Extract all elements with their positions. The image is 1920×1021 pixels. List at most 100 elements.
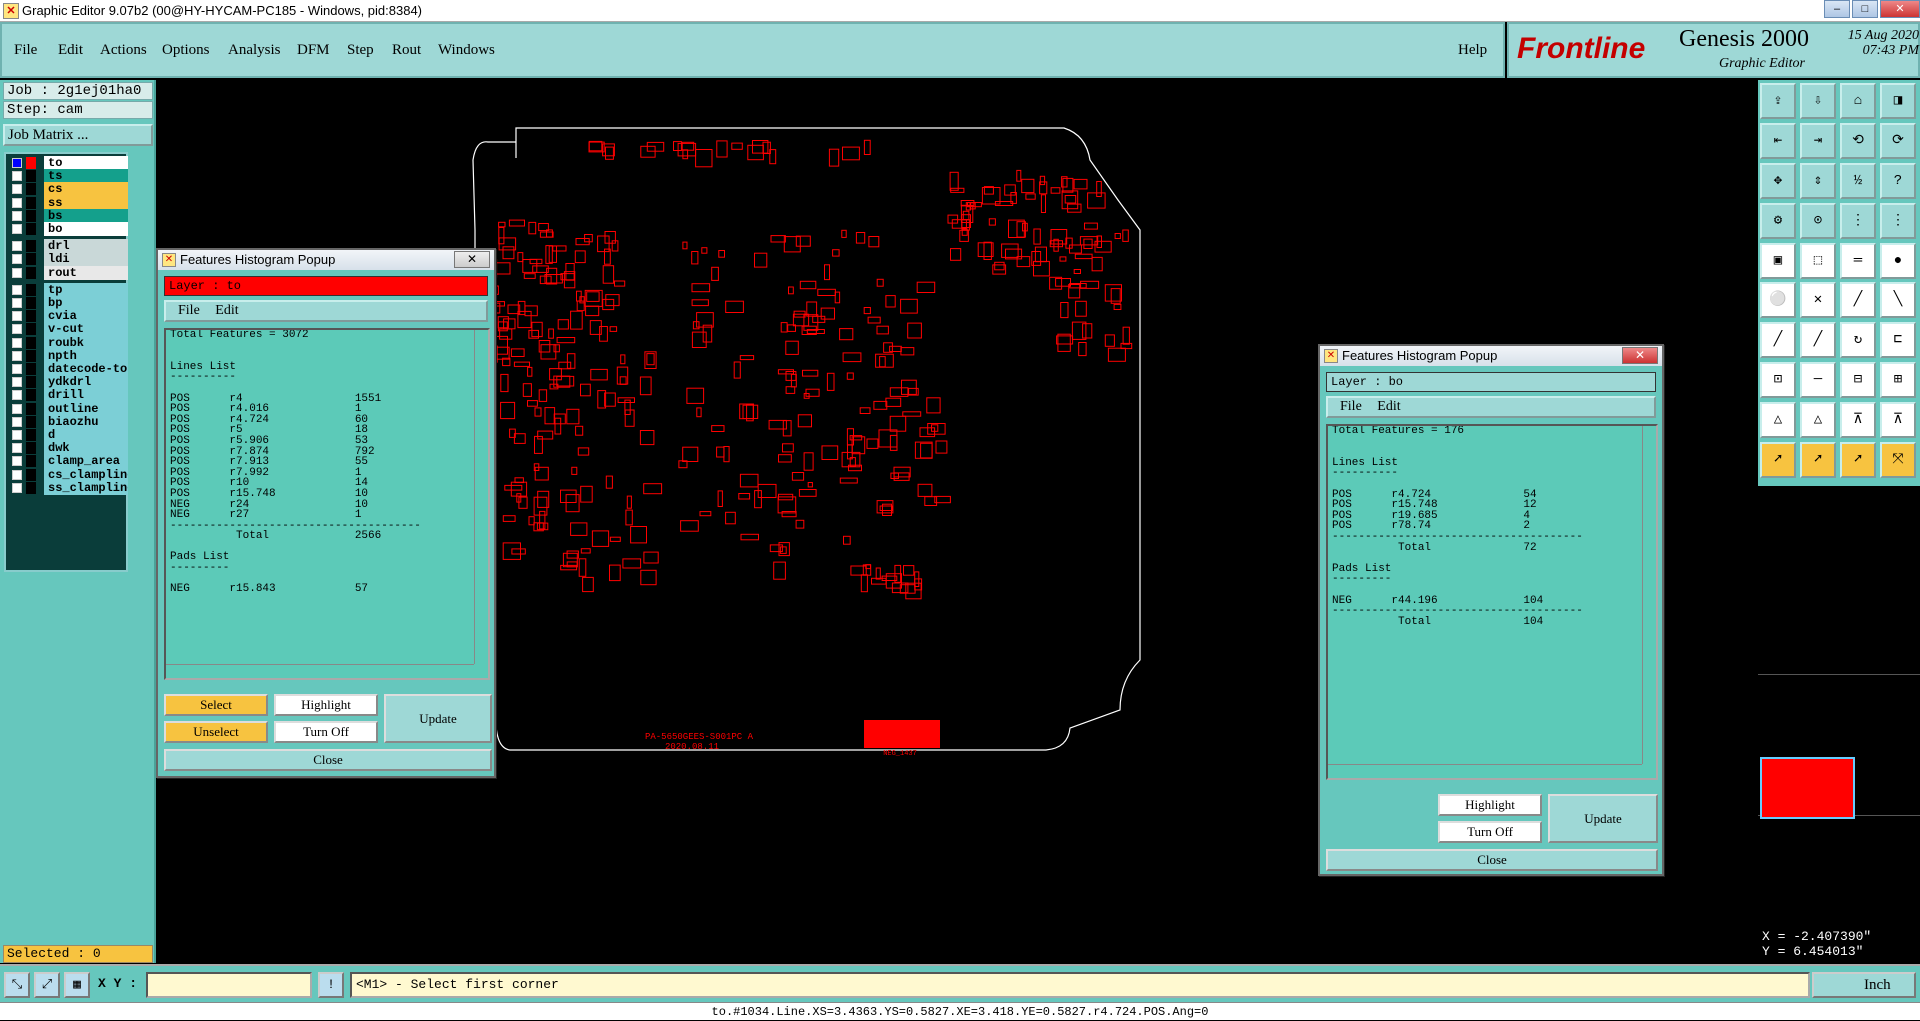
close-button[interactable]: Close [164, 749, 492, 771]
select-button[interactable]: Select [164, 694, 268, 716]
vertical-scrollbar[interactable] [1642, 426, 1656, 764]
layer-name[interactable]: ydkdrl [44, 375, 128, 390]
panel-icon[interactable]: ◨ [1880, 83, 1916, 119]
menu-actions[interactable]: Actions [100, 42, 147, 59]
layer-checkbox[interactable] [12, 184, 22, 195]
xy-input[interactable] [146, 972, 312, 998]
layer-name[interactable]: cvia [44, 309, 128, 324]
menu-file[interactable]: File [14, 42, 37, 59]
feature-list[interactable]: Total Features = 176 Lines List ---------… [1326, 424, 1658, 780]
layer-checkbox[interactable] [12, 377, 22, 388]
close-button[interactable]: Close [1326, 849, 1658, 871]
horizontal-scrollbar[interactable] [1328, 764, 1642, 778]
maximize-button[interactable]: □ [1852, 0, 1878, 18]
redo-icon[interactable]: ⟳ [1880, 123, 1916, 159]
layer-checkbox[interactable] [12, 324, 22, 335]
layer-checkbox[interactable] [12, 364, 22, 374]
arc-icon[interactable]: ⊼ [1840, 402, 1876, 438]
zoom-area-icon[interactable]: ⤢ [34, 972, 60, 998]
menu-dfm[interactable]: DFM [297, 42, 330, 59]
move-icon[interactable]: ✥ [1760, 163, 1796, 199]
layer-row-bs[interactable]: bs [8, 208, 128, 223]
update-button[interactable]: Update [1548, 794, 1658, 843]
layer-row-clamp_area[interactable]: clamp_area [8, 454, 128, 469]
home-icon[interactable]: ⌂ [1840, 83, 1876, 119]
layer-row-ss_clampline[interactable]: ss_clampline [8, 480, 128, 495]
menu-help[interactable]: Help [1458, 42, 1487, 59]
circle-icon[interactable]: ● [1880, 243, 1916, 279]
layer-checkbox[interactable] [12, 482, 22, 493]
pointer2-icon[interactable]: ➚ [1800, 442, 1836, 478]
vertical-scrollbar[interactable] [474, 330, 488, 664]
split-icon[interactable]: ⊟ [1840, 362, 1876, 398]
pad-icon[interactable]: ⊙ [1800, 203, 1836, 239]
layer-name[interactable]: dwk [44, 441, 128, 456]
job-matrix-button[interactable]: Job Matrix ... [3, 124, 153, 146]
units-selector[interactable]: Inch [1812, 972, 1916, 998]
layer-name[interactable]: rout [44, 265, 128, 280]
layer-row-outline[interactable]: outline [8, 401, 128, 416]
popup-menu-file[interactable]: File [1340, 399, 1362, 414]
layer-row-drl[interactable]: drl [8, 239, 128, 254]
move-up-icon[interactable]: ⇪ [1760, 83, 1796, 119]
horizontal-scrollbar[interactable] [166, 664, 474, 678]
snapshot-icon[interactable]: ▣ [1760, 243, 1796, 279]
layer-checkbox[interactable] [12, 469, 22, 480]
layer-name[interactable]: cs [44, 182, 128, 197]
layer-checkbox[interactable] [12, 267, 22, 278]
layer-row-ts[interactable]: ts [8, 169, 128, 184]
layer-checkbox[interactable] [12, 158, 22, 168]
line-icon[interactable]: ╱ [1840, 282, 1876, 318]
layer-row-dwk[interactable]: dwk [8, 441, 128, 456]
help-icon[interactable]: ? [1880, 163, 1916, 199]
layer-checkbox[interactable] [12, 311, 22, 322]
layer-row-bo[interactable]: bo [8, 222, 128, 236]
layer-checkbox[interactable] [12, 224, 22, 234]
ruler-icon[interactable]: ═ [1840, 243, 1876, 279]
settings-icon[interactable]: ⚙ [1760, 203, 1796, 239]
line3-icon[interactable]: ╱ [1760, 322, 1796, 358]
layer-row-datecode-to[interactable]: datecode-to [8, 362, 128, 376]
update-button[interactable]: Update [384, 694, 492, 743]
via-icon[interactable]: ⋮ [1840, 203, 1876, 239]
warning-icon[interactable]: ! [318, 972, 344, 998]
layer-name[interactable]: cs_clampline [44, 467, 128, 482]
layer-row-biaozhu[interactable]: biaozhu [8, 414, 128, 429]
layer-row-cs_clampline[interactable]: cs_clampline [8, 467, 128, 482]
layer-row-drill[interactable]: drill [8, 388, 128, 403]
layer-row-roubk[interactable]: roubk [8, 335, 128, 350]
cross-icon[interactable]: ✕ [1800, 282, 1836, 318]
half-icon[interactable]: ½ [1840, 163, 1876, 199]
layer-name[interactable]: bs [44, 208, 128, 223]
layer-checkbox[interactable] [12, 350, 22, 361]
layer-name[interactable]: bp [44, 296, 128, 310]
menu-edit[interactable]: Edit [58, 42, 83, 59]
turn-off-button[interactable]: Turn Off [1438, 821, 1542, 843]
popup-close-icon[interactable]: ✕ [454, 251, 490, 268]
node-icon[interactable]: ⚪ [1760, 282, 1796, 318]
menu-windows[interactable]: Windows [438, 42, 495, 59]
highlight-button[interactable]: Highlight [274, 694, 378, 716]
layer-checkbox[interactable] [12, 456, 22, 467]
pointer3-icon[interactable]: ➚ [1840, 442, 1876, 478]
via2-icon[interactable]: ⋮ [1880, 203, 1916, 239]
layer-row-ldi[interactable]: ldi [8, 252, 128, 267]
layer-checkbox[interactable] [12, 210, 22, 221]
menu-rout[interactable]: Rout [392, 42, 421, 59]
resize-icon[interactable]: ⇕ [1800, 163, 1836, 199]
layer-row-to[interactable]: to [8, 156, 128, 170]
layer-row-npth[interactable]: npth [8, 348, 128, 363]
minimize-button[interactable]: – [1824, 0, 1850, 18]
layer-checkbox[interactable] [12, 298, 22, 308]
line2-icon[interactable]: ╲ [1880, 282, 1916, 318]
layer-name[interactable]: d [44, 428, 128, 442]
pointer4-icon[interactable]: ⤧ [1880, 442, 1916, 478]
layer-checkbox[interactable] [12, 254, 22, 265]
triangle-icon[interactable]: △ [1760, 402, 1796, 438]
layer-checkbox[interactable] [12, 443, 22, 454]
menu-step[interactable]: Step [347, 42, 374, 59]
layer-name[interactable]: drill [44, 388, 128, 403]
unselect-button[interactable]: Unselect [164, 721, 268, 743]
rotate-icon[interactable]: ↻ [1840, 322, 1876, 358]
layer-name[interactable]: biaozhu [44, 414, 128, 429]
